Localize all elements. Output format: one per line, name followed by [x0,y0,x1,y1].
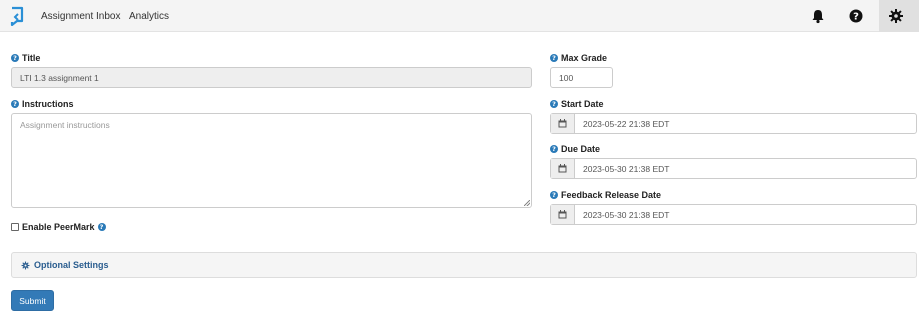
gear-icon [21,261,30,269]
svg-text:?: ? [853,12,859,23]
top-navbar: Assignment Inbox Analytics ? [0,0,919,32]
instructions-placeholder: Assignment instructions [20,120,110,130]
max-grade-label: ? Max Grade [550,53,607,63]
bell-icon[interactable] [810,8,826,24]
peermark-checkbox[interactable] [11,223,19,231]
nav-analytics[interactable]: Analytics [129,11,169,22]
gear-icon [889,9,903,23]
calendar-icon[interactable] [551,159,575,178]
help-circle-icon[interactable]: ? [11,54,19,62]
settings-button[interactable] [879,0,919,32]
logo-icon[interactable] [9,6,25,26]
peermark-option: Enable PeerMark ? [11,222,106,232]
help-circle-icon[interactable]: ? [550,145,558,153]
help-circle-icon[interactable]: ? [97,223,106,231]
help-circle-icon[interactable]: ? [550,100,558,108]
help-icon[interactable]: ? [848,8,864,24]
help-circle-icon[interactable]: ? [550,191,558,199]
max-grade-field[interactable]: 100 [550,67,613,88]
start-date-field[interactable]: 2023-05-22 21:38 EDT [550,113,917,134]
due-date-field[interactable]: 2023-05-30 21:38 EDT [550,158,917,179]
optional-settings-toggle[interactable]: Optional Settings [11,252,917,278]
submit-button[interactable]: Submit [11,290,54,311]
due-date-label: ? Due Date [550,144,600,154]
title-label: ? Title [11,53,40,63]
instructions-label: ? Instructions [11,99,74,109]
instructions-textarea[interactable]: Assignment instructions [11,113,532,208]
feedback-date-label: ? Feedback Release Date [550,190,661,200]
help-circle-icon[interactable]: ? [11,100,19,108]
title-field[interactable]: LTI 1.3 assignment 1 [11,67,532,88]
resize-handle[interactable] [524,200,530,206]
nav-assignment-inbox[interactable]: Assignment Inbox [41,11,121,22]
feedback-date-field[interactable]: 2023-05-30 21:38 EDT [550,204,917,225]
start-date-label: ? Start Date [550,99,604,109]
calendar-icon[interactable] [551,205,575,224]
calendar-icon[interactable] [551,114,575,133]
help-circle-icon[interactable]: ? [550,54,558,62]
